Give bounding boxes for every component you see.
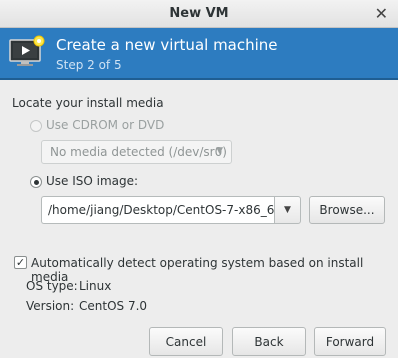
os-type-label: OS type:: [26, 279, 78, 293]
banner-title: Create a new virtual machine: [56, 36, 278, 54]
cdrom-radio[interactable]: [30, 120, 42, 132]
wizard-banner: Create a new virtual machine Step 2 of 5: [0, 28, 398, 80]
chevron-down-icon: ▼: [216, 146, 223, 156]
install-media-section-label: Locate your install media: [12, 96, 164, 110]
back-button[interactable]: Back: [232, 327, 306, 356]
iso-path-input[interactable]: /home/jiang/Desktop/CentOS-7-x86_64: [41, 196, 274, 224]
iso-radio[interactable]: [30, 176, 42, 188]
title-bar: New VM ✕: [0, 0, 398, 28]
version-value: CentOS 7.0: [79, 299, 148, 313]
browse-button[interactable]: Browse...: [309, 196, 385, 224]
iso-radio-label: Use ISO image:: [46, 174, 139, 188]
version-label: Version:: [26, 299, 75, 313]
os-type-value: Linux: [79, 279, 112, 293]
cdrom-media-select[interactable]: No media detected (/dev/sr0) ▼: [41, 140, 232, 164]
iso-history-dropdown-button[interactable]: ▼: [274, 196, 301, 224]
chevron-down-icon: ▼: [284, 205, 291, 215]
forward-button[interactable]: Forward: [314, 327, 386, 356]
checkmark-icon: ✓: [15, 256, 26, 269]
new-vm-monitor-icon: [9, 35, 45, 66]
banner-step: Step 2 of 5: [56, 58, 122, 72]
window-title: New VM: [169, 6, 229, 21]
cdrom-radio-label: Use CDROM or DVD: [46, 118, 165, 132]
cancel-button[interactable]: Cancel: [149, 327, 223, 356]
auto-detect-os-checkbox[interactable]: ✓: [14, 256, 27, 269]
close-icon[interactable]: ✕: [375, 4, 388, 23]
media-select-value: No media detected (/dev/sr0): [50, 145, 227, 159]
